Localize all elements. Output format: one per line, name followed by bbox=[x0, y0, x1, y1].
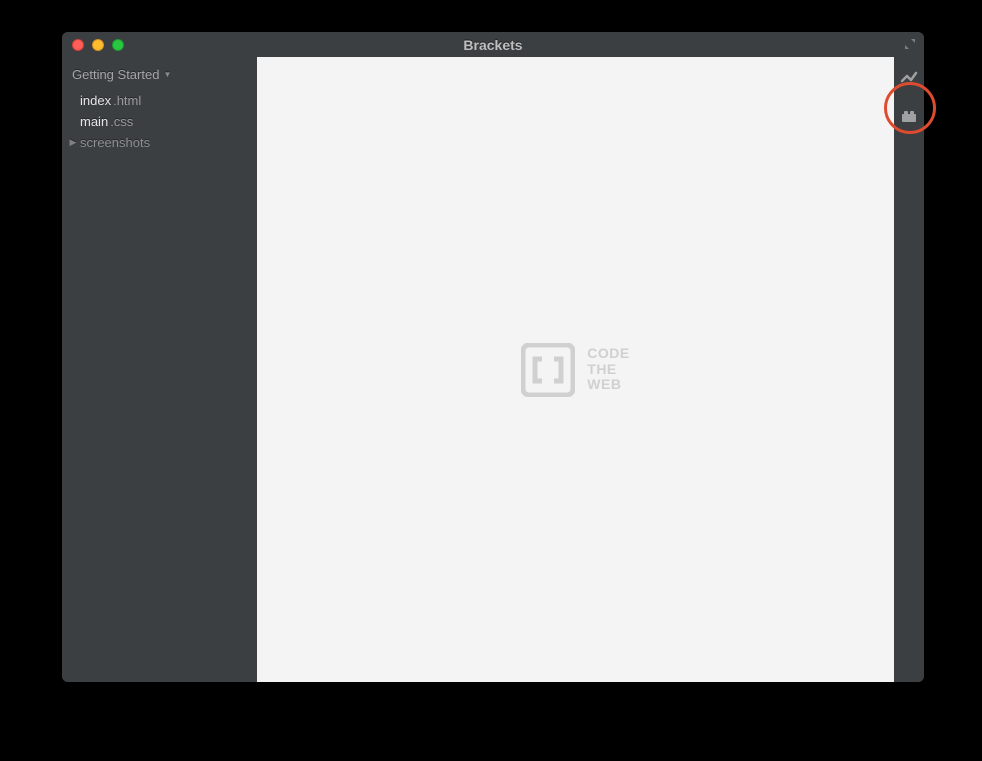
minimize-window-button[interactable] bbox=[92, 39, 104, 51]
placeholder-line: CODE bbox=[587, 346, 629, 361]
lego-brick-icon bbox=[900, 107, 918, 125]
app-window: Brackets Getting Started ▼ index.html ma… bbox=[62, 32, 924, 682]
window-body: Getting Started ▼ index.html main.css ▶ … bbox=[62, 57, 924, 682]
live-preview-button[interactable] bbox=[894, 65, 924, 91]
brackets-logo-icon bbox=[521, 343, 575, 397]
chevron-down-icon: ▼ bbox=[163, 70, 171, 79]
disclosure-triangle-icon: ▶ bbox=[68, 137, 78, 148]
placeholder-text: CODE THE WEB bbox=[587, 346, 629, 392]
project-dropdown[interactable]: Getting Started ▼ bbox=[62, 63, 257, 90]
editor-placeholder: CODE THE WEB bbox=[521, 343, 629, 397]
window-controls bbox=[62, 39, 124, 51]
file-tree: index.html main.css ▶ screenshots bbox=[62, 90, 257, 153]
file-tree-item[interactable]: main.css bbox=[62, 111, 257, 132]
extension-manager-button[interactable] bbox=[894, 103, 924, 129]
file-ext: .html bbox=[113, 93, 141, 108]
placeholder-line: WEB bbox=[587, 377, 629, 392]
right-toolbar bbox=[894, 57, 924, 682]
window-title: Brackets bbox=[62, 37, 924, 53]
bolt-icon bbox=[900, 69, 918, 87]
sidebar: Getting Started ▼ index.html main.css ▶ … bbox=[62, 57, 257, 682]
fullscreen-icon bbox=[903, 37, 917, 51]
folder-name: screenshots bbox=[80, 135, 150, 150]
close-window-button[interactable] bbox=[72, 39, 84, 51]
file-tree-folder[interactable]: ▶ screenshots bbox=[62, 132, 257, 153]
file-tree-item[interactable]: index.html bbox=[62, 90, 257, 111]
fullscreen-button[interactable] bbox=[902, 36, 918, 52]
zoom-window-button[interactable] bbox=[112, 39, 124, 51]
placeholder-line: THE bbox=[587, 362, 629, 377]
editor-area: CODE THE WEB bbox=[257, 57, 894, 682]
file-name: main bbox=[80, 114, 108, 129]
titlebar: Brackets bbox=[62, 32, 924, 57]
project-name: Getting Started bbox=[72, 67, 159, 82]
file-ext: .css bbox=[110, 114, 133, 129]
file-name: index bbox=[80, 93, 111, 108]
